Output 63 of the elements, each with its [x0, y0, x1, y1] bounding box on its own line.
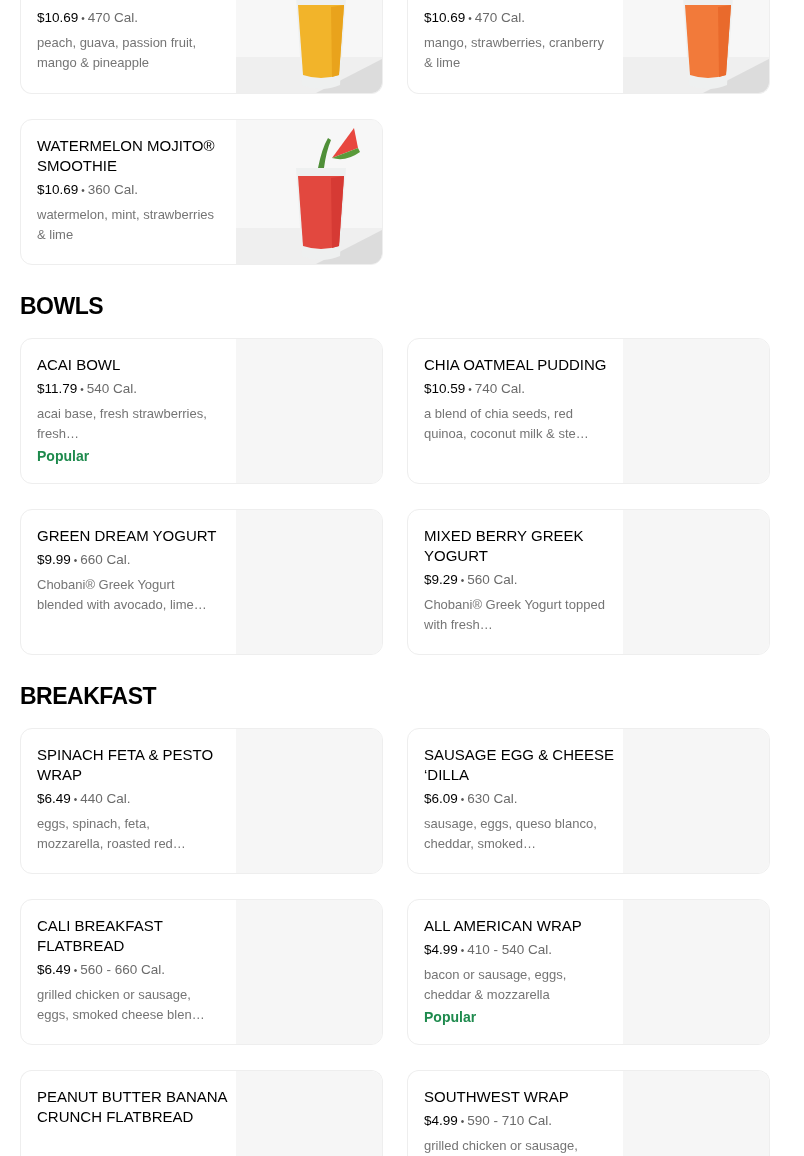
- calories-text: 740 Cal.: [474, 381, 526, 396]
- item-description: mango, strawberries, cranberry & lime: [424, 34, 605, 72]
- item-name: SAUSAGE EGG & CHEESE ‘DILLA: [424, 745, 616, 785]
- calories-text: 360 Cal.: [87, 182, 139, 197]
- calories-text: 470 Cal.: [474, 10, 526, 25]
- separator-dot: •: [460, 794, 465, 805]
- price-text: $11.79: [37, 381, 78, 396]
- item-description: a blend of chia seeds, red quinoa, coconut milk & ste…: [424, 405, 590, 443]
- item-name: WATERMELON MOJITO® SMOOTHIE: [37, 136, 216, 176]
- separator-dot: •: [81, 13, 85, 24]
- separator-dot: •: [73, 965, 78, 976]
- calories-text: 590 - 710 Cal.: [467, 1113, 553, 1128]
- price-text: $6.09: [424, 791, 458, 806]
- item-description: grilled chicken or sausage,: [424, 1137, 579, 1155]
- separator-dot: •: [460, 945, 465, 956]
- calories-text: 630 Cal.: [467, 791, 518, 806]
- item-description: Chobani® Greek Yogurt blended with avocado, lime…: [37, 576, 208, 614]
- separator-dot: •: [468, 13, 472, 24]
- separator-dot: •: [73, 555, 78, 566]
- calories-text: 560 Cal.: [467, 572, 518, 587]
- item-description: bacon or sausage, eggs, cheddar & mozzarella: [424, 966, 568, 1004]
- separator-dot: •: [81, 185, 85, 196]
- calories-text: 410 - 540 Cal.: [467, 942, 553, 957]
- section-heading: BOWLS: [20, 293, 105, 319]
- item-name: ALL AMERICAN WRAP: [424, 916, 583, 936]
- calories-text: 560 - 660 Cal.: [80, 962, 166, 977]
- popular-label: Popular: [37, 447, 91, 466]
- separator-dot: •: [73, 794, 78, 805]
- calories-text: 660 Cal.: [80, 552, 131, 567]
- item-description: grilled chicken or sausage, eggs, smoked cheese blen…: [37, 986, 206, 1024]
- item-name: CHIA OATMEAL PUDDING: [424, 355, 608, 375]
- calories-text: 540 Cal.: [86, 381, 138, 396]
- item-name: SOUTHWEST WRAP: [424, 1087, 570, 1107]
- calories-text: 470 Cal.: [87, 10, 139, 25]
- price-text: $4.99: [424, 942, 458, 957]
- item-name: SPINACH FETA & PESTO WRAP: [37, 745, 215, 785]
- item-name: ACAI BOWL: [37, 355, 122, 375]
- item-name: MIXED BERRY GREEK YOGURT: [424, 526, 585, 566]
- separator-dot: •: [468, 384, 472, 395]
- separator-dot: •: [460, 1116, 465, 1127]
- calories-text: 440 Cal.: [80, 791, 131, 806]
- price-text: $9.29: [424, 572, 458, 587]
- item-description: acai base, fresh strawberries, fresh…: [37, 405, 208, 443]
- price-text: $9.99: [37, 552, 71, 567]
- section-heading: BREAKFAST: [20, 683, 158, 709]
- popular-label: Popular: [424, 1008, 478, 1027]
- item-description: peach, guava, passion fruit, mango & pineapple: [37, 34, 197, 72]
- item-description: eggs, spinach, feta, mozzarella, roasted red…: [37, 815, 187, 853]
- price-text: $6.49: [37, 791, 71, 806]
- price-text: $4.99: [424, 1113, 458, 1128]
- item-name: GREEN DREAM YOGURT: [37, 526, 218, 546]
- price-text: $10.69: [37, 182, 79, 197]
- item-description: watermelon, mint, strawberries & lime: [37, 206, 215, 244]
- price-text: $6.49: [37, 962, 71, 977]
- item-description: Chobani® Greek Yogurt topped with fresh…: [424, 596, 606, 634]
- separator-dot: •: [80, 384, 84, 395]
- item-name: CALI BREAKFAST FLATBREAD: [37, 916, 164, 956]
- item-name: PEANUT BUTTER BANANA CRUNCH FLATBREAD: [37, 1087, 229, 1127]
- price-text: $10.69: [424, 10, 466, 25]
- price-text: $10.69: [37, 10, 79, 25]
- price-text: $10.59: [424, 381, 466, 396]
- item-description: sausage, eggs, queso blanco, cheddar, smoked…: [424, 815, 598, 853]
- separator-dot: •: [460, 575, 465, 586]
